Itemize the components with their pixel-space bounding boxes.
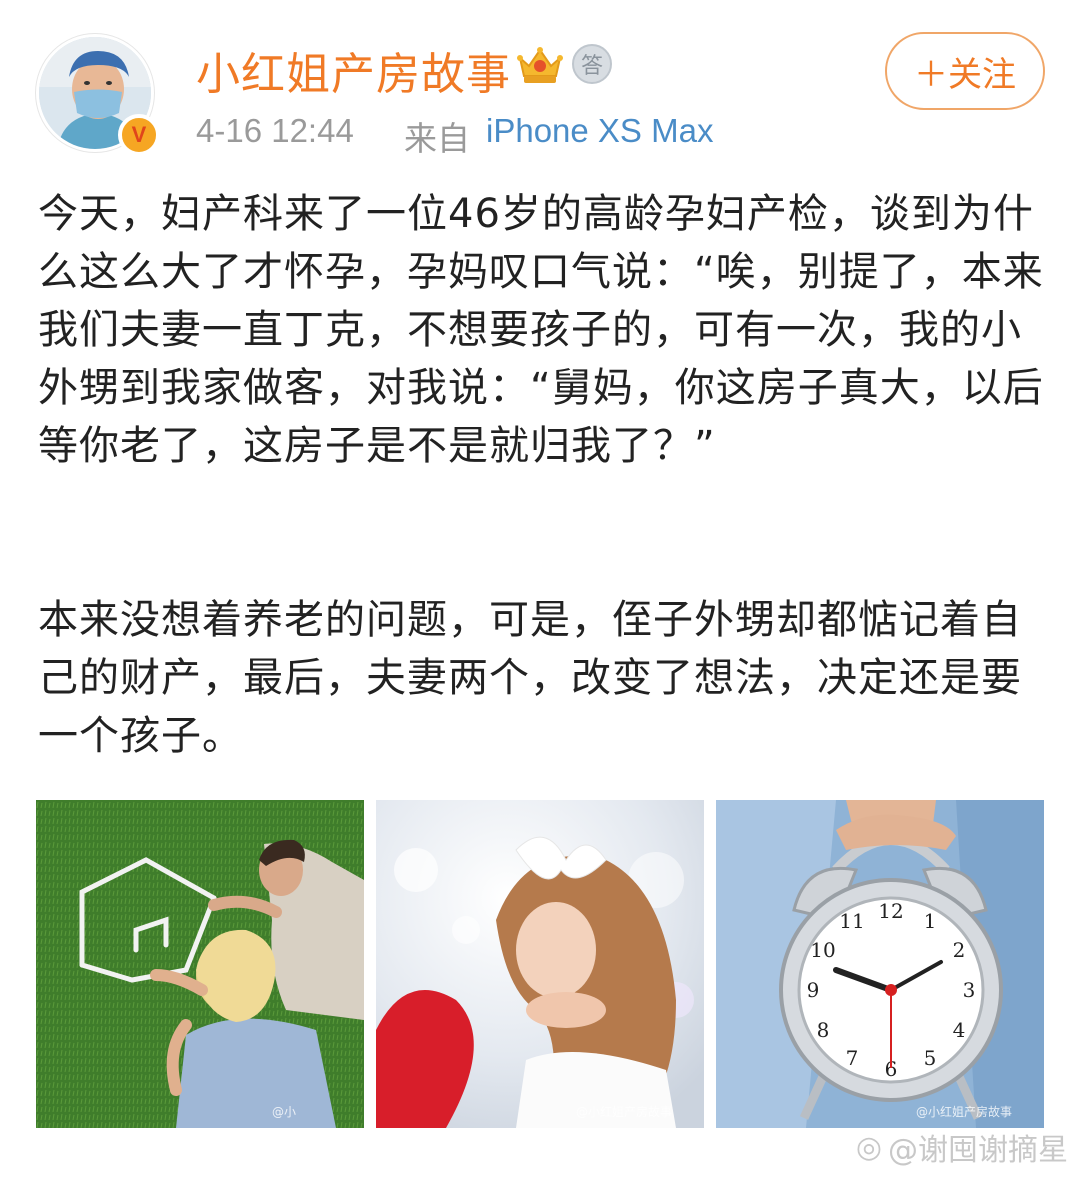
svg-text:10: 10 bbox=[810, 938, 835, 962]
post-image-2[interactable]: @小红姐产房故事 bbox=[376, 800, 704, 1128]
image-watermark: @小红姐产房故事 bbox=[916, 1105, 1013, 1119]
svg-text:5: 5 bbox=[924, 1046, 937, 1070]
post-image-3[interactable]: 12 1 2 3 4 5 6 7 8 9 10 11 @小红姐产房故事 bbox=[716, 800, 1044, 1128]
svg-text:2: 2 bbox=[953, 938, 966, 962]
svg-text:4: 4 bbox=[953, 1018, 966, 1042]
source-device[interactable]: iPhone XS Max bbox=[486, 112, 713, 150]
post-text: 今天，妇产科来了一位46岁的高龄孕妇产检，谈到为什么这么大了才怀孕，孕妈叹口气说… bbox=[38, 185, 1048, 765]
weibo-logo-icon: ◎ bbox=[855, 1129, 882, 1165]
crown-icon[interactable] bbox=[515, 42, 565, 88]
post-time: 4-16 12:44 bbox=[196, 112, 354, 149]
image-grid: @小 @小红姐产房故事 12 1 2 3 4 5 6 7 8 9 10 11 @… bbox=[36, 800, 1044, 1128]
svg-text:1: 1 bbox=[924, 909, 937, 933]
follow-button[interactable]: ＋关注 bbox=[885, 32, 1045, 110]
post-image-1[interactable]: @小 bbox=[36, 800, 364, 1128]
footer-watermark: ◎ @谢囤谢摘星 bbox=[856, 1125, 1068, 1169]
username[interactable]: 小红姐产房故事 bbox=[196, 38, 511, 102]
svg-text:7: 7 bbox=[846, 1046, 859, 1070]
verified-badge-icon: V bbox=[118, 114, 160, 156]
svg-text:8: 8 bbox=[817, 1018, 830, 1042]
footer-watermark-text: @谢囤谢摘星 bbox=[888, 1133, 1068, 1168]
post-paragraph-2: 本来没想着养老的问题，可是，侄子外甥却都惦记着自己的财产，最后，夫妻两个，改变了… bbox=[38, 597, 1022, 759]
answer-badge-icon[interactable]: 答 bbox=[572, 44, 612, 84]
image-watermark: @小红姐产房故事 bbox=[576, 1105, 673, 1119]
svg-text:12: 12 bbox=[878, 899, 903, 923]
post-paragraph-1: 今天，妇产科来了一位46岁的高龄孕妇产检，谈到为什么这么大了才怀孕，孕妈叹口气说… bbox=[38, 191, 1044, 469]
source-label: 来自 bbox=[404, 119, 470, 158]
svg-text:11: 11 bbox=[839, 909, 864, 933]
svg-text:9: 9 bbox=[807, 978, 820, 1002]
avatar[interactable]: V bbox=[36, 34, 160, 158]
svg-text:3: 3 bbox=[963, 978, 976, 1002]
image-watermark: @小 bbox=[272, 1105, 297, 1119]
weibo-post: V 小红姐产房故事 答 4-16 12:44 来自 iPhone XS Max … bbox=[0, 0, 1080, 1181]
